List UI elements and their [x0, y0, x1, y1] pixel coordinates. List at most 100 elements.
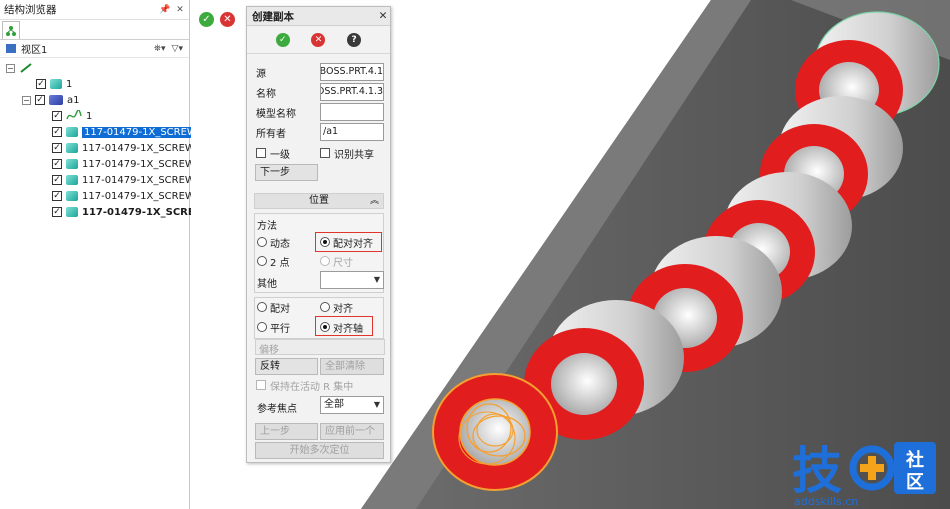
dropdown-arrow-icon: ▼	[373, 400, 380, 409]
dialog-titlebar: 创建副本 ✕	[247, 7, 390, 26]
tree-label: 117-01479-1X_SCREW	[82, 206, 206, 218]
confirm-button[interactable]: ✓	[199, 12, 214, 27]
cancel-button[interactable]: ✕	[220, 12, 235, 27]
radio-button[interactable]	[257, 237, 267, 247]
dynamic-label: 动态	[270, 238, 290, 250]
model-name-label: 模型名称	[256, 108, 296, 120]
radio-button[interactable]	[257, 322, 267, 332]
identify-share-label: 识别共享	[334, 149, 374, 161]
collapse-icon[interactable]: −	[22, 95, 31, 105]
radio-pair[interactable]: 配对	[257, 300, 290, 315]
collapse-chevron-icon[interactable]: ︽	[370, 194, 379, 208]
part-icon	[50, 79, 62, 89]
dialog-help-button[interactable]: ?	[347, 32, 362, 47]
visibility-checkbox[interactable]: ✓	[35, 95, 45, 105]
next-step-button[interactable]: 下一步	[255, 164, 318, 181]
tree-label: a1	[67, 94, 80, 106]
identify-share-checkbox[interactable]	[320, 148, 330, 158]
root-assembly-icon	[20, 63, 32, 73]
identify-share-checkbox-row[interactable]: 识别共享	[320, 146, 374, 161]
align-axis-label: 对齐轴	[333, 323, 363, 335]
model-name-field[interactable]	[320, 103, 384, 121]
ref-focus-value: 全部	[324, 399, 344, 410]
name-field[interactable]: BOSS.PRT.4.1.3	[320, 83, 384, 101]
tree-label: 1	[66, 78, 73, 90]
dialog-close-icon[interactable]: ✕	[376, 10, 390, 22]
binoculars-icon[interactable]: ⛯▾	[154, 44, 166, 54]
radio-two-point[interactable]: 2 点	[257, 254, 290, 269]
radio-button-selected[interactable]	[320, 322, 330, 332]
radio-button[interactable]	[257, 302, 267, 312]
tree-label: 117-01479-1X_SCREW	[82, 174, 195, 186]
name-label: 名称	[256, 88, 276, 100]
part-icon	[66, 143, 78, 153]
name-row: 名称 BOSS.PRT.4.1.3	[256, 83, 386, 101]
other-select[interactable]: ▼	[320, 271, 384, 289]
visibility-checkbox[interactable]: ✓	[52, 159, 62, 169]
create-copy-dialog: 创建副本 ✕ ✓ ✕ ? 源 BOSS.PRT.4.1 名称 BOSS.PRT.…	[246, 6, 391, 463]
tree-row-root[interactable]: −	[6, 60, 33, 76]
radio-align[interactable]: 对齐	[320, 300, 353, 315]
tree-row-assembly[interactable]: − ✓ a1	[22, 92, 80, 108]
model-name-row: 模型名称	[256, 103, 386, 121]
view-selector[interactable]: 视区1 ⛯▾ ▽▾	[0, 40, 189, 58]
source-field[interactable]: BOSS.PRT.4.1	[320, 63, 384, 81]
radio-button-selected[interactable]	[320, 237, 330, 247]
watermark-logo-icon: 技 社 区 addskills.cn	[792, 442, 936, 508]
dialog-ok-button[interactable]: ✓	[275, 32, 290, 47]
tree-label: 117-01479-1X_SCREW	[82, 142, 195, 154]
radio-pair-align[interactable]: 配对对齐	[320, 235, 373, 250]
tree-row[interactable]: ✓ 117-01479-1X_SCREW	[52, 156, 195, 172]
collapse-icon[interactable]: −	[6, 63, 15, 73]
tree-label: 1	[86, 110, 93, 122]
tree-label: 117-01479-1X_SCREW	[82, 158, 195, 170]
tree-row[interactable]: ✓ 117-01479-1X_SCREW	[52, 140, 195, 156]
ring-1-highlighted	[432, 373, 558, 491]
visibility-checkbox[interactable]: ✓	[52, 207, 62, 217]
tree-row[interactable]: ✓ 1	[52, 108, 92, 124]
part-icon	[66, 175, 78, 185]
watermark-url: addskills.cn	[794, 495, 858, 508]
radio-button[interactable]	[257, 256, 267, 266]
radio-button[interactable]	[320, 302, 330, 312]
tab-structure[interactable]	[2, 21, 20, 39]
level1-checkbox[interactable]	[256, 148, 266, 158]
tree-row[interactable]: ✓ 1	[36, 76, 72, 92]
tree-row[interactable]: ✓ 117-01479-1X_SCREW	[52, 124, 199, 140]
radio-align-axis[interactable]: 对齐轴	[320, 320, 363, 335]
ref-focus-select[interactable]: 全部 ▼	[320, 396, 384, 414]
owner-field[interactable]: /a1	[320, 123, 384, 141]
close-icon[interactable]: ✕	[174, 5, 186, 15]
radio-parallel[interactable]: 平行	[257, 320, 290, 335]
level1-label: 一级	[270, 149, 290, 161]
tree-row[interactable]: ✓ 117-01479-1X_SCREW	[52, 172, 195, 188]
level1-checkbox-row[interactable]: 一级	[256, 146, 290, 161]
radio-dynamic[interactable]: 动态	[257, 235, 290, 250]
position-section-header[interactable]: 位置 ︽	[254, 193, 384, 209]
tree-row[interactable]: ✓ 117-01479-1X_SCREW	[52, 188, 195, 204]
reverse-button[interactable]: 反转	[255, 358, 318, 375]
visibility-checkbox[interactable]: ✓	[52, 175, 62, 185]
ref-focus-label: 参考焦点	[257, 404, 297, 415]
filter-icon[interactable]: ▽▾	[172, 44, 183, 54]
tree-label: 117-01479-1X_SCREW	[82, 190, 195, 202]
keep-active-checkbox-row: 保持在活动 R 集中	[256, 378, 353, 393]
part-icon	[66, 207, 78, 217]
visibility-checkbox[interactable]: ✓	[36, 79, 46, 89]
pin-icon[interactable]: 📌	[159, 5, 171, 15]
dialog-cancel-button[interactable]: ✕	[311, 32, 326, 47]
visibility-checkbox[interactable]: ✓	[52, 127, 62, 137]
visibility-checkbox[interactable]: ✓	[52, 191, 62, 201]
keep-active-checkbox	[256, 380, 266, 390]
prev-step-button: 上一步	[255, 423, 318, 440]
part-icon	[66, 191, 78, 201]
watermark-community-bottom: 区	[906, 472, 924, 493]
visibility-checkbox[interactable]: ✓	[52, 143, 62, 153]
view-icon	[6, 44, 16, 53]
tree-structure-icon	[6, 25, 16, 36]
structure-browser: 结构浏览器 📌 ✕ 视区1 ⛯▾ ▽▾ − ✓ 1 − ✓ a1 ✓ 1 ✓ 1…	[0, 0, 206, 509]
owner-row: 所有者 /a1	[256, 123, 386, 141]
visibility-checkbox[interactable]: ✓	[52, 111, 62, 121]
tree-row[interactable]: ✓ 117-01479-1X_SCREW	[52, 204, 206, 220]
other-label: 其他	[257, 279, 277, 290]
